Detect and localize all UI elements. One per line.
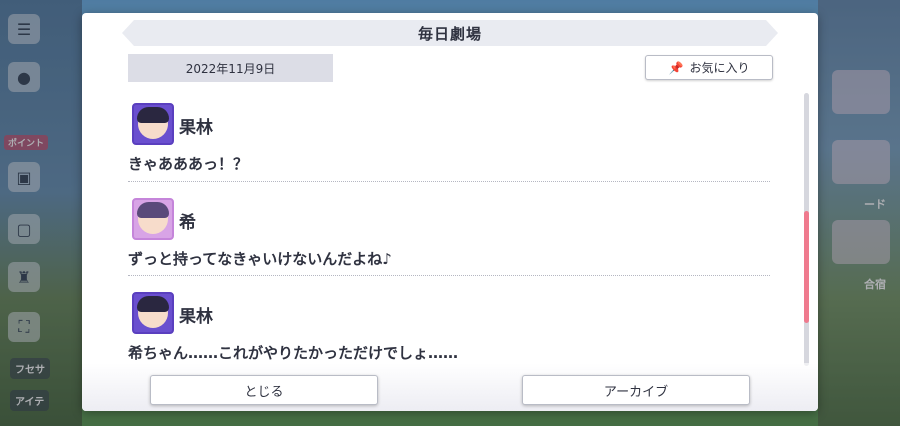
favorite-button[interactable]: 📌 お気に入り — [645, 55, 773, 80]
scrollbar-thumb[interactable] — [804, 211, 809, 323]
karin-avatar — [132, 292, 174, 334]
dialogue-line: 希ちゃん……これがやりたかっただけでしょ…… — [128, 344, 459, 362]
dialog-title: 毎日劇場 — [417, 24, 482, 43]
close-button[interactable]: とじる — [150, 375, 378, 405]
speaker-name: 果林 — [179, 118, 213, 138]
dialogue-line: ずっと持ってなきゃいけないんだよね♪ — [128, 250, 392, 268]
speaker-name: 果林 — [179, 307, 213, 327]
entry-divider — [128, 275, 770, 276]
dialogue-line: きゃあああっ！？ — [128, 155, 249, 173]
pin-icon: 📌 — [668, 60, 684, 75]
karin-avatar — [132, 103, 174, 145]
archive-button[interactable]: アーカイブ — [522, 375, 750, 405]
favorite-button-label: お気に入り — [689, 61, 750, 75]
daily-theater-dialog: 毎日劇場 2022年11月9日 📌 お気に入り 果林 きゃあああっ！？ 希 ずっ… — [82, 13, 818, 411]
entry-divider — [128, 181, 770, 182]
scrollbar[interactable] — [804, 93, 809, 366]
date-label: 2022年11月9日 — [128, 54, 333, 82]
nozomi-avatar — [132, 198, 174, 240]
dialog-title-banner: 毎日劇場 — [122, 20, 778, 46]
speaker-name: 希 — [179, 213, 196, 233]
